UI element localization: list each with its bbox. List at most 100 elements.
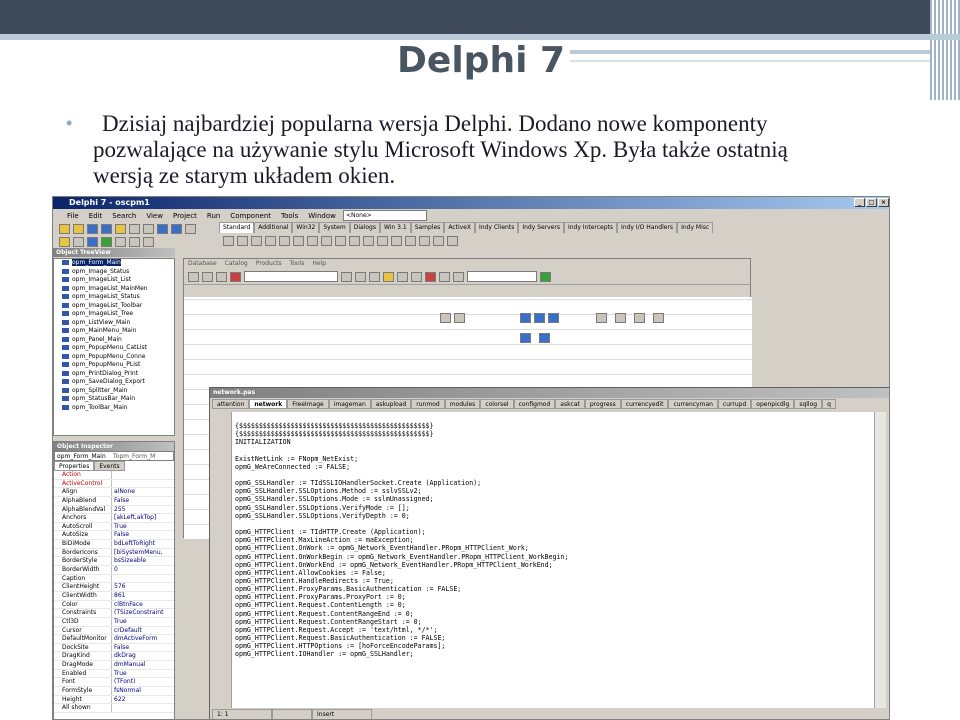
property-value[interactable]: [112, 480, 174, 488]
imagelist-icon[interactable]: [534, 313, 545, 323]
property-value[interactable]: True: [112, 618, 174, 626]
print-icon[interactable]: [453, 271, 464, 282]
property-value[interactable]: alNone: [112, 488, 174, 496]
palette-tab[interactable]: Indy Misc: [677, 222, 714, 233]
tool-icon[interactable]: [439, 271, 450, 282]
property-row[interactable]: FormStyle fsNormal: [54, 687, 174, 696]
tool-icon[interactable]: [369, 271, 380, 282]
property-value[interactable]: 255: [112, 506, 174, 514]
property-value[interactable]: False: [112, 531, 174, 539]
property-value[interactable]: True: [112, 670, 174, 678]
property-row[interactable]: BorderIcons [biSystemMenu,: [54, 548, 174, 558]
tab-events[interactable]: Events: [94, 461, 125, 471]
tree-item[interactable]: opm_Panel_Main: [54, 336, 174, 345]
property-row[interactable]: DockSite False: [54, 643, 174, 653]
tree-item[interactable]: opm_ImageList_Toolbar: [54, 302, 174, 311]
clock-icon[interactable]: [383, 271, 394, 282]
tool-icon[interactable]: [188, 271, 199, 282]
property-row[interactable]: Height 622: [54, 695, 174, 705]
editor-tab[interactable]: askupload: [370, 399, 412, 409]
imagelist-icon[interactable]: [520, 313, 531, 323]
new-form-icon[interactable]: [73, 236, 84, 247]
component-combo[interactable]: <None>: [343, 210, 427, 221]
palette-tab[interactable]: System: [319, 222, 350, 233]
property-row[interactable]: BorderWidth 0: [54, 566, 174, 575]
listbox-icon[interactable]: [363, 236, 374, 246]
tool-icon[interactable]: [202, 271, 213, 282]
mainmenu-icon[interactable]: [251, 236, 262, 246]
editor-scrollbar[interactable]: [874, 412, 886, 708]
save-icon[interactable]: [87, 223, 98, 234]
form-menu-item[interactable]: Products: [256, 259, 282, 269]
property-row[interactable]: All shown: [54, 704, 174, 713]
scrollbar-icon[interactable]: [391, 236, 402, 246]
property-value[interactable]: 576: [112, 583, 174, 591]
tree-item[interactable]: opm_ImageList_List: [54, 276, 174, 285]
editor-tab[interactable]: sqllog: [794, 399, 823, 409]
help-icon[interactable]: [87, 236, 98, 247]
go-icon[interactable]: [540, 271, 551, 282]
menu-item[interactable]: Project: [173, 210, 197, 222]
save-all-icon[interactable]: [101, 223, 112, 234]
palette-tab[interactable]: Win 3.1: [379, 222, 411, 233]
property-row[interactable]: Cursor crDefault: [54, 626, 174, 636]
menu-icon[interactable]: [615, 313, 626, 323]
edit-icon[interactable]: [293, 236, 304, 246]
editor-tab[interactable]: currupd: [717, 399, 752, 409]
editor-tab[interactable]: network: [249, 399, 288, 409]
tree-item[interactable]: opm_MainMenu_Main: [54, 327, 174, 336]
step-over-icon[interactable]: [143, 236, 154, 247]
property-row[interactable]: AlphaBlend False: [54, 496, 174, 506]
menu-item[interactable]: File: [67, 210, 79, 222]
property-row[interactable]: Color clBtnFace: [54, 600, 174, 610]
actionlist-icon[interactable]: [447, 236, 458, 246]
editor-tab[interactable]: imageman: [328, 399, 371, 409]
property-value[interactable]: [112, 575, 174, 583]
property-row[interactable]: ClientHeight 576: [54, 583, 174, 592]
open-project-icon[interactable]: [115, 223, 126, 234]
property-value[interactable]: [akLeft,akTop]: [112, 514, 174, 522]
trace-into-icon[interactable]: [129, 236, 140, 247]
menu-icon[interactable]: [634, 313, 645, 323]
form-combo-2[interactable]: [467, 271, 537, 282]
property-row[interactable]: BiDiMode bdLeftToRight: [54, 540, 174, 549]
property-value[interactable]: bsSizeable: [112, 557, 174, 565]
form-menu-item[interactable]: Catalog: [225, 259, 248, 269]
menu-item[interactable]: Run: [207, 210, 220, 222]
menu-item[interactable]: Search: [112, 210, 136, 222]
palette-tab[interactable]: Additional: [254, 222, 293, 233]
pause-icon[interactable]: [115, 236, 126, 247]
run-icon[interactable]: [101, 236, 112, 247]
property-value[interactable]: [112, 471, 174, 479]
palette-tab[interactable]: Indy I/O Handlers: [617, 222, 678, 233]
property-value[interactable]: [112, 704, 174, 712]
property-row[interactable]: Constraints (TSizeConstraint: [54, 609, 174, 618]
view-form-icon[interactable]: [171, 223, 182, 234]
property-value[interactable]: bdLeftToRight: [112, 540, 174, 548]
tool-icon[interactable]: [397, 271, 408, 282]
editor-tab[interactable]: FreeImage: [287, 399, 329, 409]
property-row[interactable]: Action: [54, 471, 174, 480]
property-row[interactable]: AutoSize False: [54, 531, 174, 541]
editor-tab[interactable]: currencyman: [668, 399, 718, 409]
editor-tab[interactable]: progress: [584, 399, 621, 409]
tree-item[interactable]: opm_Image_Status: [54, 268, 174, 277]
property-value[interactable]: (TSizeConstraint: [112, 609, 174, 617]
tree-item[interactable]: opm_ImageList_Tree: [54, 310, 174, 319]
tool-icon[interactable]: [355, 271, 366, 282]
property-row[interactable]: Font (TFont): [54, 678, 174, 688]
property-value[interactable]: fsNormal: [112, 687, 174, 695]
close-button[interactable]: ×: [878, 198, 889, 207]
tool-icon[interactable]: [230, 271, 241, 282]
frame-icon[interactable]: [237, 236, 248, 246]
add-file-icon[interactable]: [129, 223, 140, 234]
tool-icon[interactable]: [411, 271, 422, 282]
property-value[interactable]: 0: [112, 566, 174, 574]
tool-icon[interactable]: [216, 271, 227, 282]
palette-tab[interactable]: Indy Clients: [474, 222, 519, 233]
palette-tab[interactable]: ActiveX: [444, 222, 475, 233]
property-row[interactable]: DragMode dmManual: [54, 661, 174, 670]
property-row[interactable]: ActiveControl: [54, 479, 174, 489]
open-icon[interactable]: [73, 223, 84, 234]
tool-icon[interactable]: [425, 271, 436, 282]
